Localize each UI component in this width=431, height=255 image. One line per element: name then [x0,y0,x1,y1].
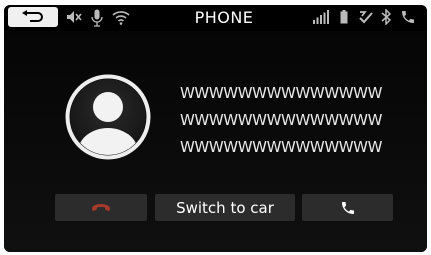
end-call-button[interactable] [55,194,147,221]
caller-name-line-2: WWWWWWWWWWWWWW [180,111,383,129]
accept-call-button[interactable] [302,194,393,221]
caller-name-line-1: WWWWWWWWWWWWWW [180,84,383,102]
call-panel: WWWWWWWWWWWWWW WWWWWWWWWWWWWW WWWWWWWWWW… [4,31,427,252]
battery-icon [340,10,348,24]
contact-avatar-icon [65,74,151,160]
phone-icon [402,11,414,23]
accept-call-icon [341,201,354,214]
back-button[interactable] [8,7,58,27]
bluetooth-icon [381,9,391,25]
page-title: PHONE [194,8,254,27]
caller-name-line-3: WWWWWWWWWWWWWW [180,138,383,156]
back-arrow-icon [22,10,43,22]
mute-icon [67,11,82,23]
phone-screen: PHONE WWWWWWWWWWWWWW WWWWWWWWWWWWWW WWWW… [4,5,427,252]
microphone-icon [91,9,103,27]
connection-icon [359,11,373,24]
switch-to-car-button[interactable]: Switch to car [155,194,295,221]
status-bar: PHONE [4,5,427,31]
signal-bars-icon [313,10,329,24]
end-call-icon [92,203,110,211]
wifi-icon [112,11,130,25]
